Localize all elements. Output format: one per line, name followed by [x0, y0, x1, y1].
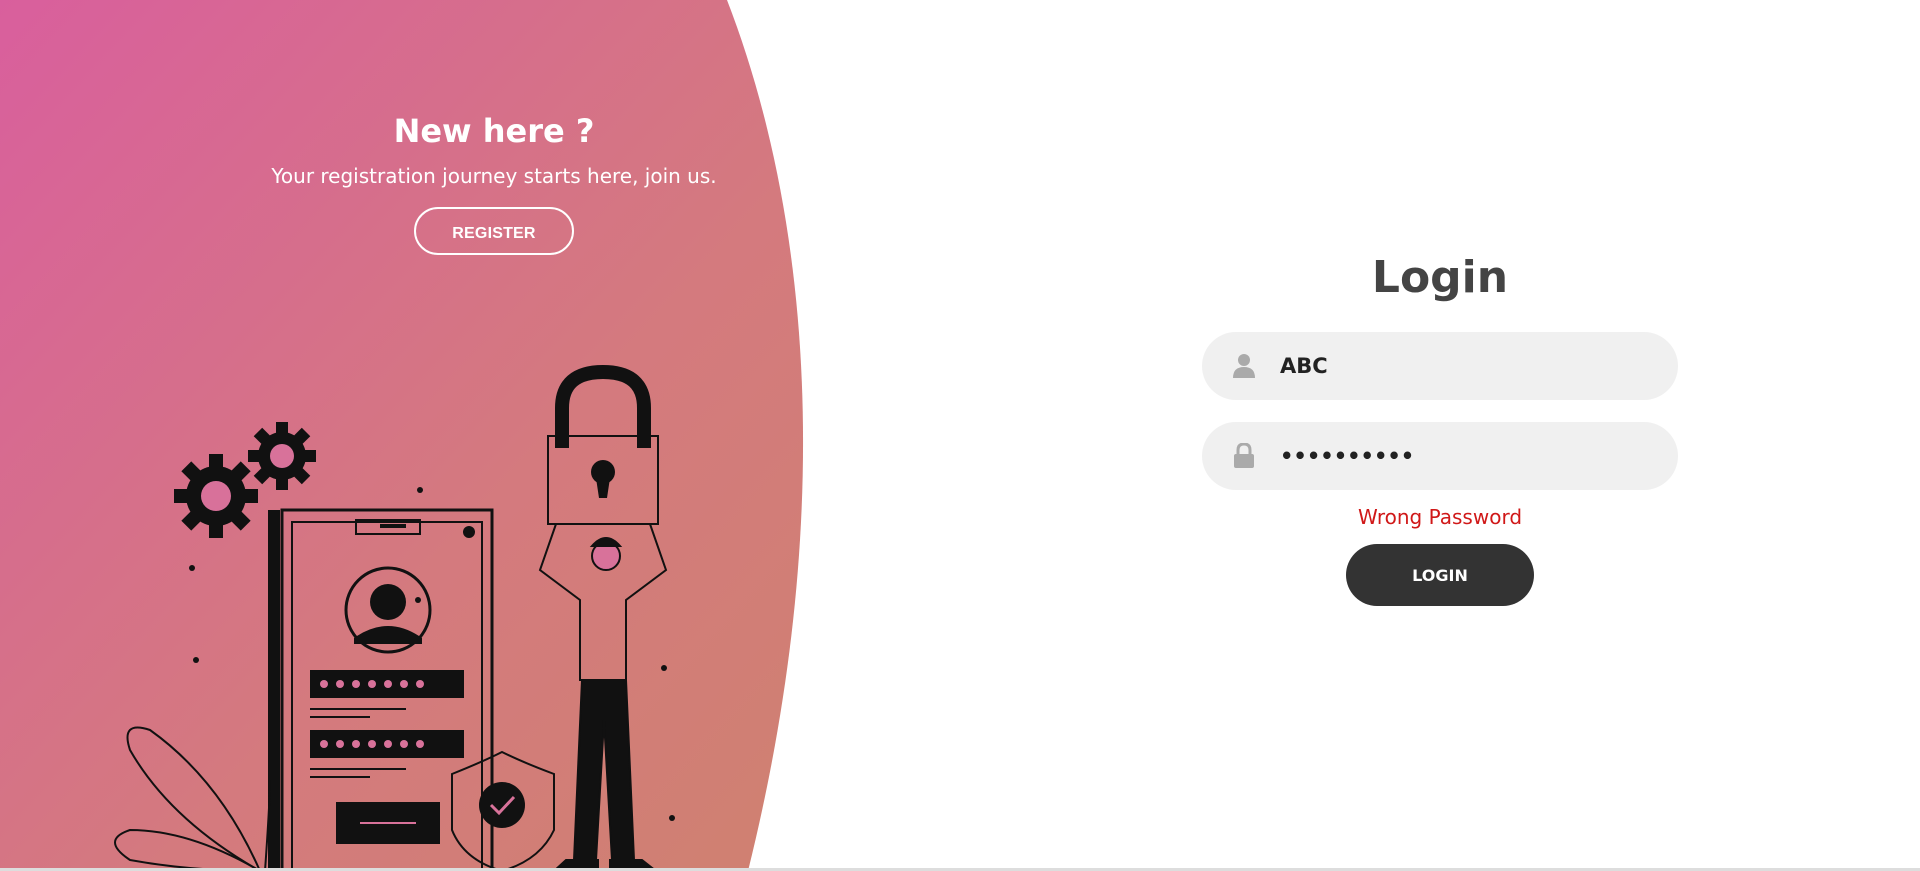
username-input[interactable]: [1278, 353, 1642, 379]
plant-illustration: [114, 726, 271, 871]
register-block: New here ? Your registration journey sta…: [194, 105, 794, 255]
gear-icon: [248, 422, 316, 490]
gear-icon: [174, 454, 258, 538]
login-button-wrap: LOGIN: [1202, 544, 1678, 606]
lock-icon: [1226, 438, 1262, 474]
padlock-icon: [547, 364, 659, 525]
register-panel: New here ? Your registration journey sta…: [0, 0, 820, 871]
shield-check-icon: [451, 750, 555, 871]
user-icon: [1226, 348, 1262, 384]
security-login-illustration: [114, 364, 675, 871]
register-subtitle: Your registration journey starts here, j…: [271, 164, 717, 188]
password-field[interactable]: [1202, 422, 1678, 490]
phone-illustration: [268, 508, 494, 871]
password-input[interactable]: [1278, 443, 1642, 469]
username-field[interactable]: [1202, 332, 1678, 400]
error-message: Wrong Password: [1357, 505, 1523, 529]
register-button[interactable]: REGISTER: [414, 207, 574, 255]
login-button[interactable]: LOGIN: [1346, 544, 1534, 606]
register-title: New here ?: [393, 112, 595, 150]
login-form: Login Wrong Password LOGIN: [1202, 246, 1678, 606]
login-title: Login: [1371, 252, 1509, 303]
person-illustration: [538, 523, 668, 871]
